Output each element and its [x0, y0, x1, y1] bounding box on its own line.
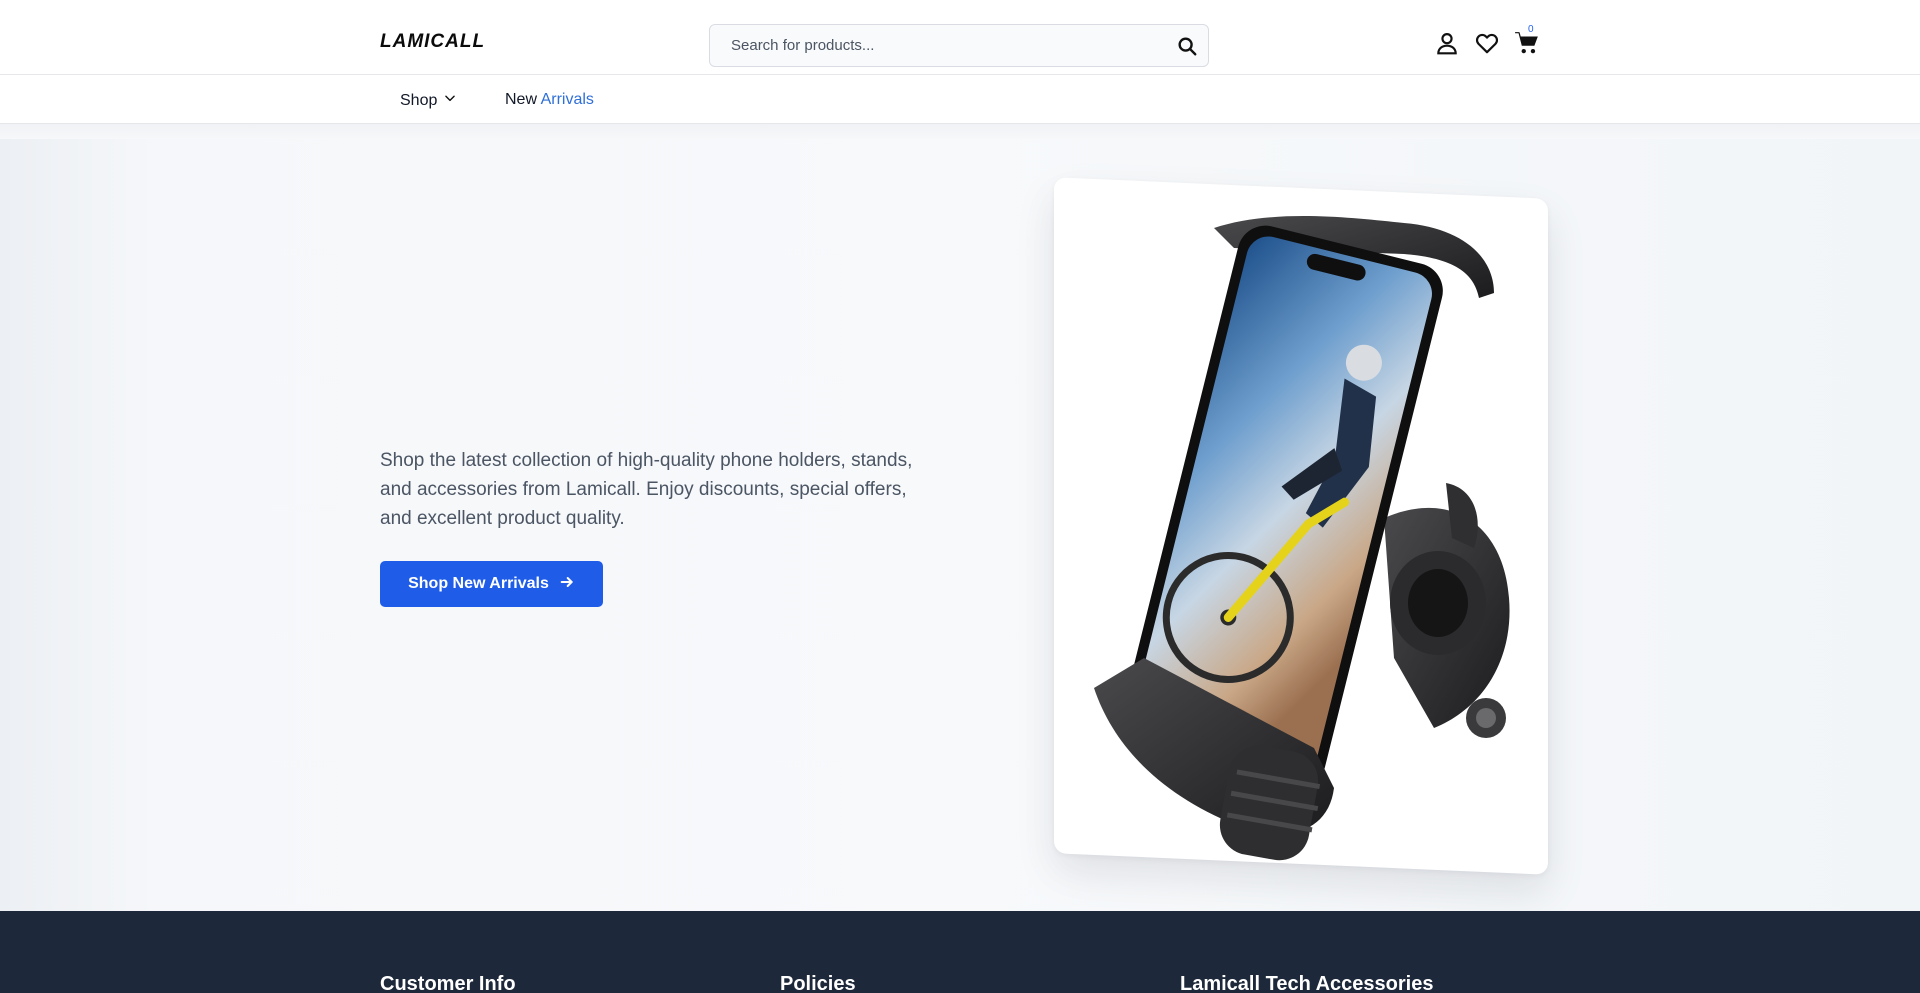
hero-description: Shop the latest collection of high-quali…: [380, 450, 913, 529]
search-bar: [709, 24, 1209, 67]
cart-count-badge: 0: [1528, 24, 1534, 35]
product-image: [1054, 188, 1548, 864]
nav-item-shop[interactable]: Shop: [400, 91, 457, 110]
nav-new-label: New: [505, 91, 538, 108]
footer-customer-info-title: Customer Info: [380, 973, 516, 993]
footer-policies-title: Policies: [780, 973, 856, 993]
site-footer: [0, 911, 1920, 993]
logo[interactable]: LAMICALL: [380, 31, 485, 53]
shop-new-arrivals-button[interactable]: Shop New Arrivals: [380, 561, 603, 607]
chevron-down-icon: [443, 91, 457, 110]
nav-arrivals-label: Arrivals: [540, 91, 594, 108]
cta-label: Shop New Arrivals: [408, 575, 549, 592]
cart-icon[interactable]: [1514, 30, 1540, 56]
search-icon[interactable]: [1176, 35, 1198, 57]
search-input[interactable]: [711, 26, 1151, 65]
user-icon[interactable]: [1434, 30, 1460, 56]
arrow-right-icon: [559, 574, 575, 595]
hero-divider: [0, 124, 1920, 140]
nav-shop-label: Shop: [400, 91, 438, 109]
footer-brand-title: Lamicall Tech Accessories: [1180, 973, 1434, 993]
hero-product-card[interactable]: [1054, 177, 1548, 875]
main-nav: Shop New Arrivals: [0, 75, 1920, 124]
hero-section: [0, 139, 1920, 911]
heart-icon[interactable]: [1474, 30, 1500, 56]
site-header: LAMICALL 0: [0, 0, 1920, 75]
nav-item-new-arrivals[interactable]: New Arrivals: [505, 91, 594, 109]
